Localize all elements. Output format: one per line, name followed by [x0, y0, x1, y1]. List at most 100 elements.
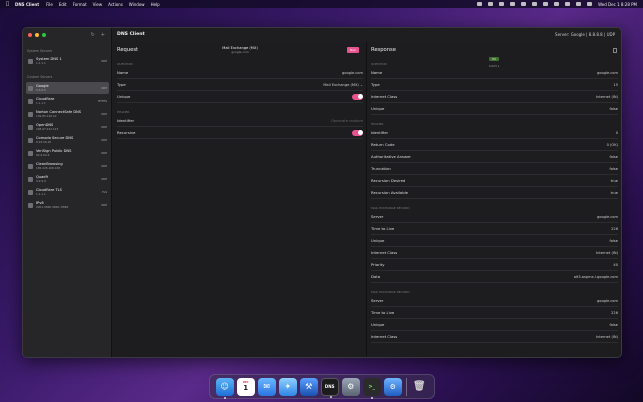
server-item-comodo[interactable]: Comodo Secure DNS 8.26.56.26 UDP: [26, 134, 109, 146]
response-pane: Response OK 0.023 s QUESTION Name google.…: [367, 42, 621, 357]
server-address: 1.1.1.1: [36, 61, 46, 65]
field-label: Internet Class: [371, 334, 398, 339]
field-label: Internet Class: [371, 250, 398, 255]
menu-file[interactable]: File: [46, 2, 53, 7]
dock: ☺ DEC 1 ✉ ✦ ⚒ DNS ⚙ >_ ⚙ 🗑: [209, 374, 435, 399]
status-icon[interactable]: [488, 2, 494, 6]
window-controls: [28, 33, 46, 37]
question-section-label: QUESTION: [371, 62, 387, 66]
status-icon[interactable]: [521, 2, 527, 6]
menu-window[interactable]: Window: [129, 2, 145, 7]
battery-icon[interactable]: [565, 2, 571, 6]
calendar-icon[interactable]: DEC 1: [236, 377, 255, 396]
trash-icon[interactable]: 🗑: [410, 378, 428, 396]
menu-bar:  DNS Client File Edit Format View Actio…: [0, 0, 643, 8]
field-value: true: [610, 190, 618, 195]
zoom-button[interactable]: [42, 33, 46, 37]
terminal-icon[interactable]: >_: [362, 377, 381, 399]
type-select-value: Mail Exchange (MX): [323, 82, 359, 87]
mx-record-section-label: MAIL EXCHANGE RECORD: [371, 206, 410, 210]
server-summary[interactable]: Server: Google | 8.8.8.8 | UDP: [555, 32, 615, 37]
menu-actions[interactable]: Actions: [108, 2, 123, 7]
volume-icon[interactable]: [543, 2, 549, 6]
server-item-opendns[interactable]: OpenDNS 208.67.222.123 UDP: [26, 121, 109, 133]
system-preferences-icon[interactable]: ⚙: [341, 377, 360, 396]
status-icon[interactable]: [477, 2, 483, 6]
response-row: Internet Class Internet (IN): [371, 247, 618, 259]
server-item-norton[interactable]: Norton ConnectSafe DNS 199.85.126.10 UDP: [26, 108, 109, 120]
record-type-selector[interactable]: Mail Exchange (MX) google.com: [203, 46, 277, 54]
response-row: Name google.com: [371, 67, 618, 79]
server-item-google[interactable]: Google 8.8.8.8 UDP: [26, 82, 109, 94]
menu-format[interactable]: Format: [73, 2, 87, 7]
field-label: Recursion Available: [371, 190, 409, 195]
field-label: Type: [371, 82, 380, 87]
xcode-icon[interactable]: ⚒: [299, 377, 318, 396]
dns-client-icon[interactable]: DNS: [320, 377, 339, 398]
server-address: 208.67.222.123: [36, 127, 59, 131]
finder-icon[interactable]: ☺: [215, 377, 234, 399]
status-badge: OK: [488, 57, 500, 61]
server-protocol: UDP: [101, 203, 107, 207]
server-address: 64.6.64.6: [36, 153, 50, 157]
run-button[interactable]: Run: [347, 47, 359, 53]
menu-edit[interactable]: Edit: [59, 2, 67, 7]
safari-icon[interactable]: ✦: [278, 377, 297, 396]
field-value: false: [609, 238, 618, 243]
field-value: 40: [613, 262, 618, 267]
minimize-button[interactable]: [35, 33, 39, 37]
field-label: Identifier: [371, 130, 389, 135]
field-label: Server: [371, 298, 384, 303]
field-label: Recursion Desired: [371, 178, 406, 183]
copy-icon[interactable]: [613, 48, 617, 53]
identifier-input[interactable]: Generate random: [331, 119, 363, 123]
recursive-row: Recursive: [117, 127, 363, 139]
server-address: 199.85.126.10: [36, 114, 57, 118]
record-type-domain: google.com: [231, 50, 249, 54]
close-button[interactable]: [28, 33, 32, 37]
control-center-icon[interactable]: [587, 2, 593, 6]
status-icon[interactable]: [499, 2, 505, 6]
server-protocol: UDP: [101, 125, 107, 129]
menu-help[interactable]: Help: [151, 2, 160, 7]
server-item-quad9[interactable]: Quad9 9.9.9.9 UDP: [26, 173, 109, 185]
field-label: Unique: [371, 322, 385, 327]
apple-menu-icon[interactable]: : [6, 1, 9, 7]
menu-clock[interactable]: Wed Dec 1 8:28 PM: [598, 2, 637, 7]
server-icon: [28, 137, 33, 143]
response-row: Recursion Available true: [371, 187, 618, 199]
server-address: 1.1.1.1: [36, 192, 46, 196]
search-icon[interactable]: [576, 2, 582, 6]
refresh-icon[interactable]: ↻: [91, 32, 95, 38]
field-value: alt3.aspmx.l.google.com: [573, 274, 618, 279]
server-item-cloudflare-tls[interactable]: Cloudflare TLS 1.1.1.1 TLS: [26, 186, 109, 198]
server-protocol: UDP: [101, 164, 107, 168]
server-item-system-dns-1[interactable]: System DNS 1 1.1.1.1 UDP: [26, 55, 109, 67]
add-server-icon[interactable]: +: [101, 32, 105, 38]
name-field[interactable]: google.com: [342, 71, 363, 75]
wifi-icon[interactable]: [554, 2, 560, 6]
status-icon[interactable]: [510, 2, 516, 6]
menu-app-name[interactable]: DNS Client: [15, 2, 39, 7]
server-item-ipv6[interactable]: IPv6 2001:4860:4860::8888 UDP: [26, 199, 109, 211]
dns-client-label: DNS: [324, 384, 335, 389]
server-item-cloudflare[interactable]: Cloudflare 1.1.1.1 HTTPS: [26, 95, 109, 107]
unique-toggle[interactable]: [352, 93, 363, 100]
type-select[interactable]: Mail Exchange (MX) ⌄: [323, 83, 363, 87]
instruments-icon[interactable]: ⚙: [383, 377, 402, 396]
server-item-verisign[interactable]: VeriSign Public DNS 64.6.64.6 UDP: [26, 147, 109, 159]
identifier-label: Identifier: [117, 118, 135, 123]
response-row: Priority 40: [371, 259, 618, 271]
field-value: 0 (OK): [606, 142, 618, 147]
server-protocol: UDP: [101, 59, 107, 63]
mail-icon[interactable]: ✉: [257, 377, 276, 396]
name-label: Name: [117, 70, 129, 75]
status-icon[interactable]: [532, 2, 538, 6]
server-address: 8.26.56.26: [36, 140, 52, 144]
response-row: Type 15: [371, 79, 618, 91]
server-protocol: UDP: [101, 112, 107, 116]
recursive-toggle[interactable]: [352, 129, 363, 136]
server-icon: [28, 98, 33, 104]
server-item-cleanbrowsing[interactable]: CleanBrowsing 185.228.168.168 UDP: [26, 160, 109, 172]
menu-view[interactable]: View: [93, 2, 103, 7]
